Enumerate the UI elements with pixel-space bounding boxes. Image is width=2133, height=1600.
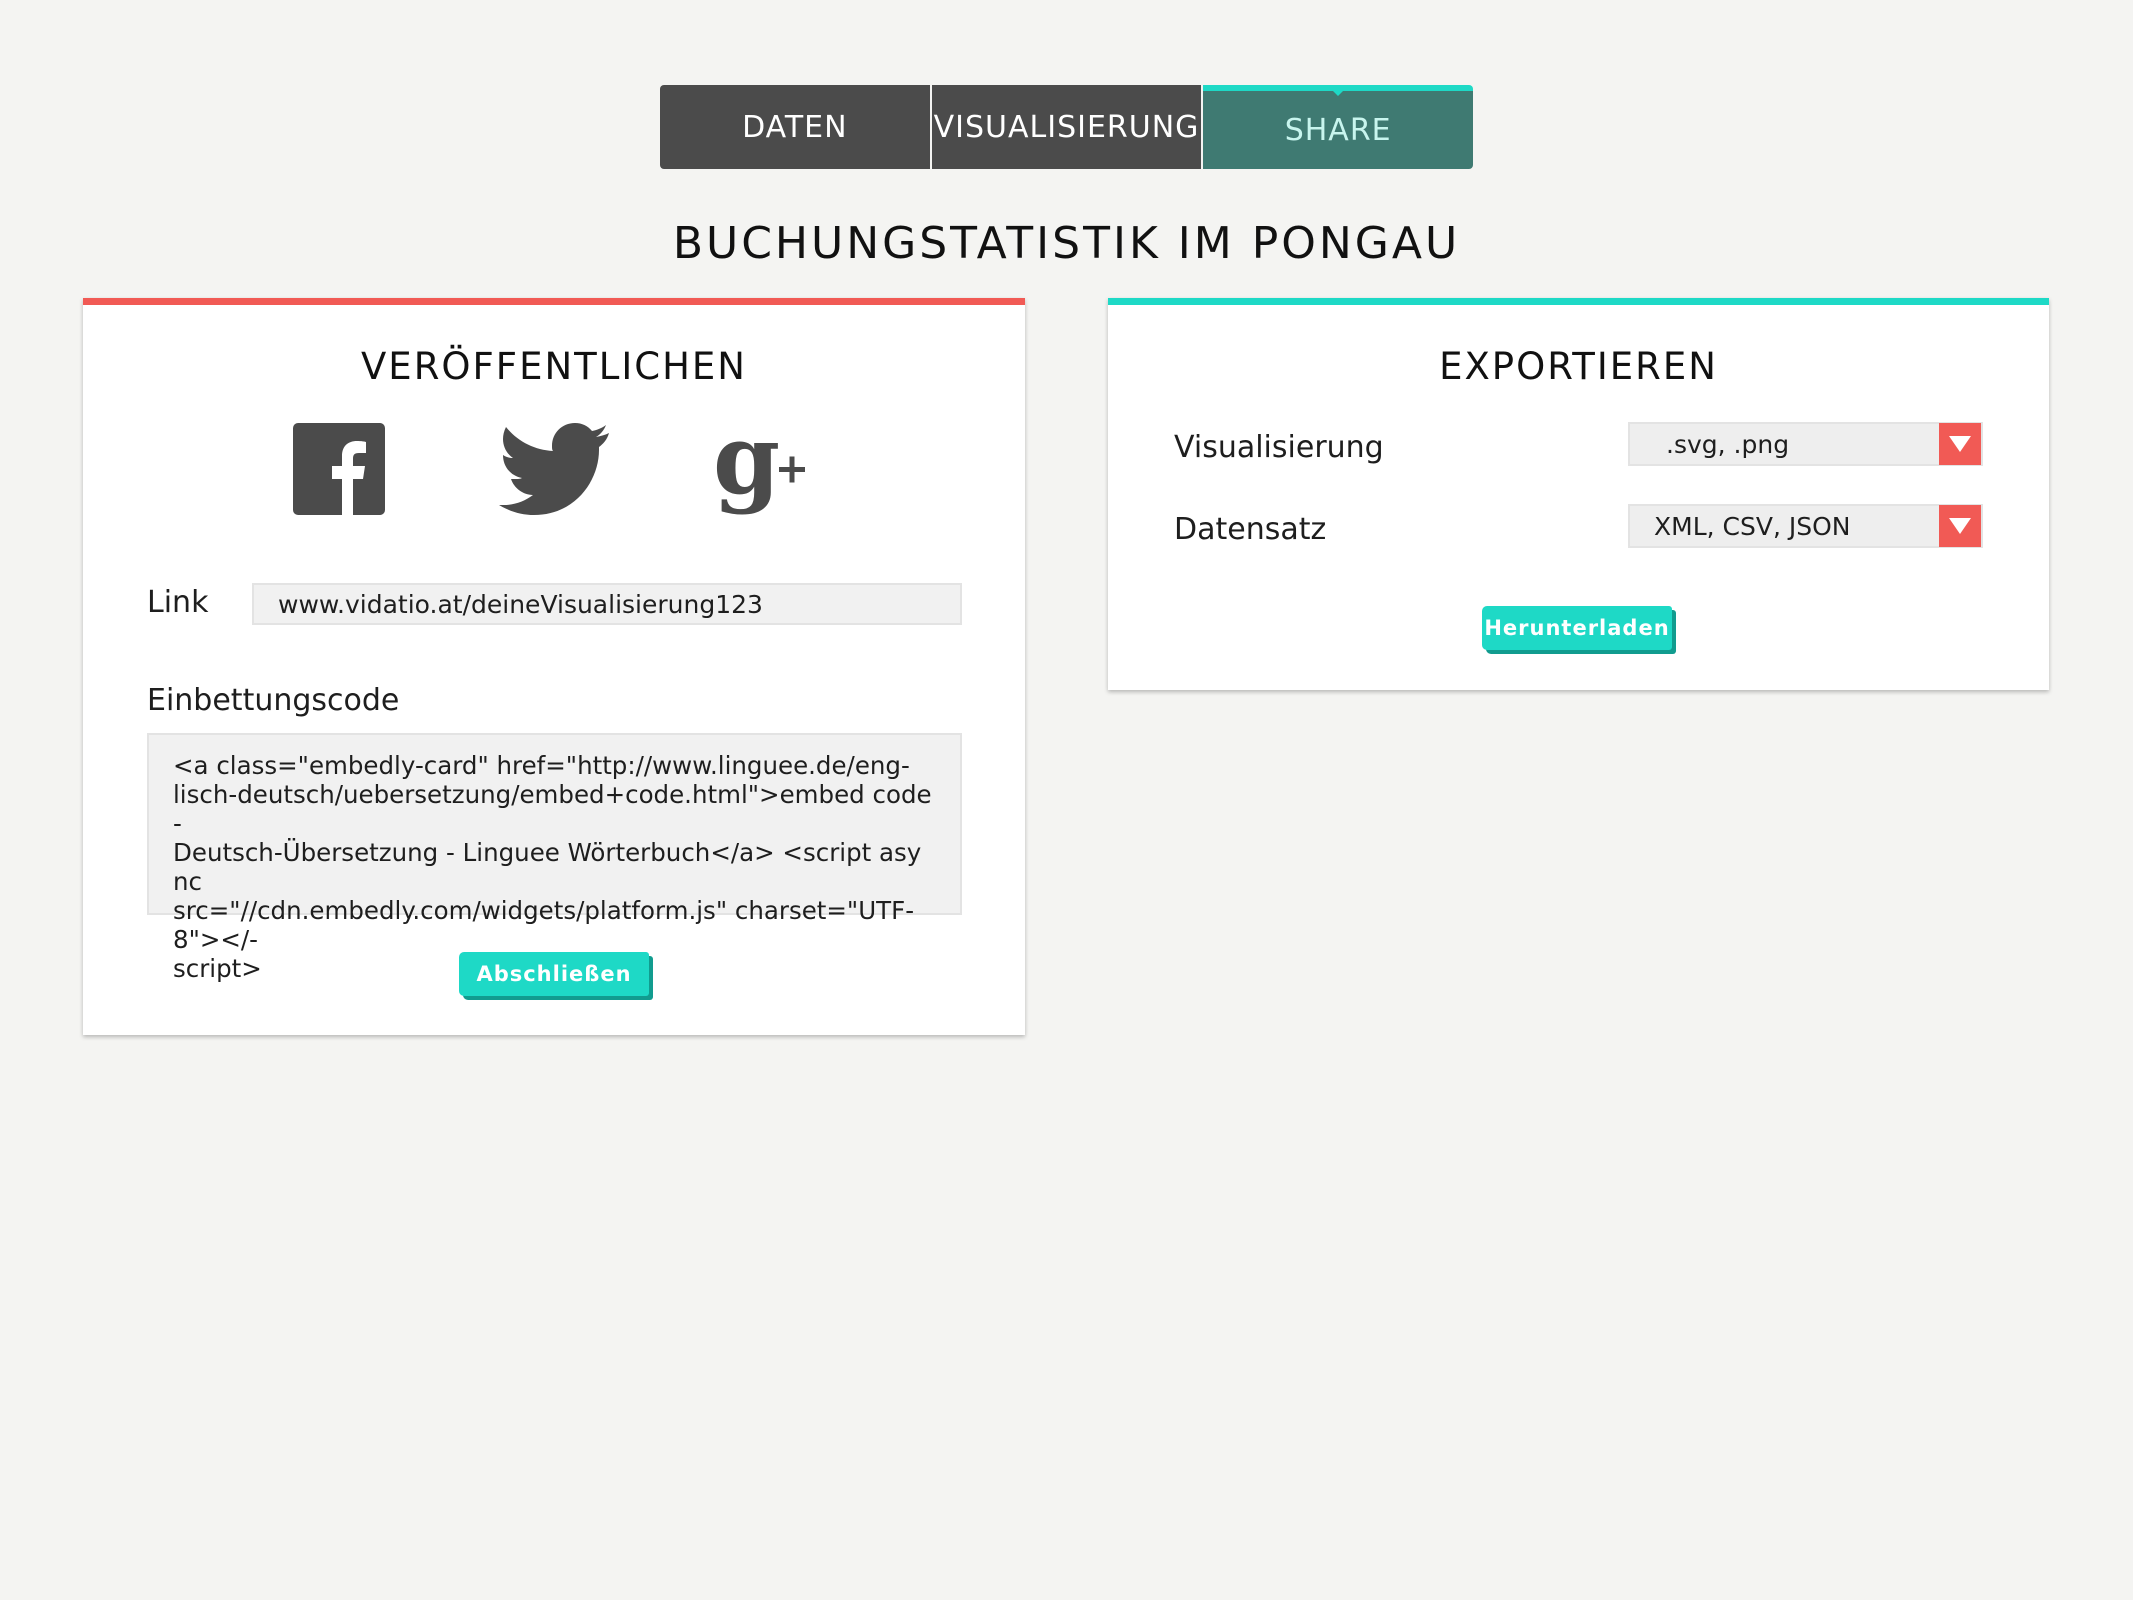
link-label: Link — [147, 585, 209, 620]
twitter-icon[interactable] — [499, 423, 609, 523]
download-button[interactable]: Herunterladen — [1482, 606, 1672, 650]
visualisierung-label: Visualisierung — [1174, 430, 1384, 465]
page-title: BUCHUNGSTATISTIK IM PONGAU — [672, 218, 1461, 269]
embed-code-label: Einbettungscode — [147, 683, 400, 718]
google-plus-icon[interactable]: g — [713, 403, 813, 523]
social-share-icons: g — [83, 403, 1025, 523]
publish-card: VERÖFFENTLICHEN g Link www.vidatio.at/de… — [83, 298, 1025, 1035]
embed-code-field[interactable]: <a class="embedly-card" href="http://www… — [147, 733, 962, 983]
chevron-down-icon[interactable] — [1939, 505, 1981, 547]
select-value: .svg, .png — [1666, 429, 1790, 459]
finish-button[interactable]: Abschließen — [459, 952, 649, 996]
svg-text:g: g — [713, 423, 780, 516]
select-value: XML, CSV, JSON — [1654, 511, 1851, 541]
tab-visualisierung[interactable]: VISUALISIERUNG — [931, 85, 1204, 169]
tab-share[interactable]: SHARE — [1203, 85, 1474, 169]
step-tabs: DATEN VISUALISIERUNG SHARE — [660, 85, 1474, 169]
datensatz-format-select[interactable]: XML, CSV, JSON — [1628, 504, 1983, 548]
publish-heading: VERÖFFENTLICHEN — [361, 345, 747, 388]
chevron-down-icon[interactable] — [1939, 423, 1981, 465]
visualisierung-format-select[interactable]: .svg, .png — [1628, 422, 1983, 466]
facebook-icon[interactable] — [293, 423, 393, 523]
datensatz-label: Datensatz — [1174, 512, 1327, 547]
export-heading: EXPORTIEREN — [1439, 345, 1718, 388]
link-field[interactable]: www.vidatio.at/deineVisualisierung123 — [252, 583, 962, 625]
export-card: EXPORTIEREN Visualisierung .svg, .png Da… — [1108, 298, 2049, 690]
share-page: DATEN VISUALISIERUNG SHARE BUCHUNGSTATIS… — [0, 0, 2133, 1600]
tab-daten[interactable]: DATEN — [660, 85, 932, 169]
